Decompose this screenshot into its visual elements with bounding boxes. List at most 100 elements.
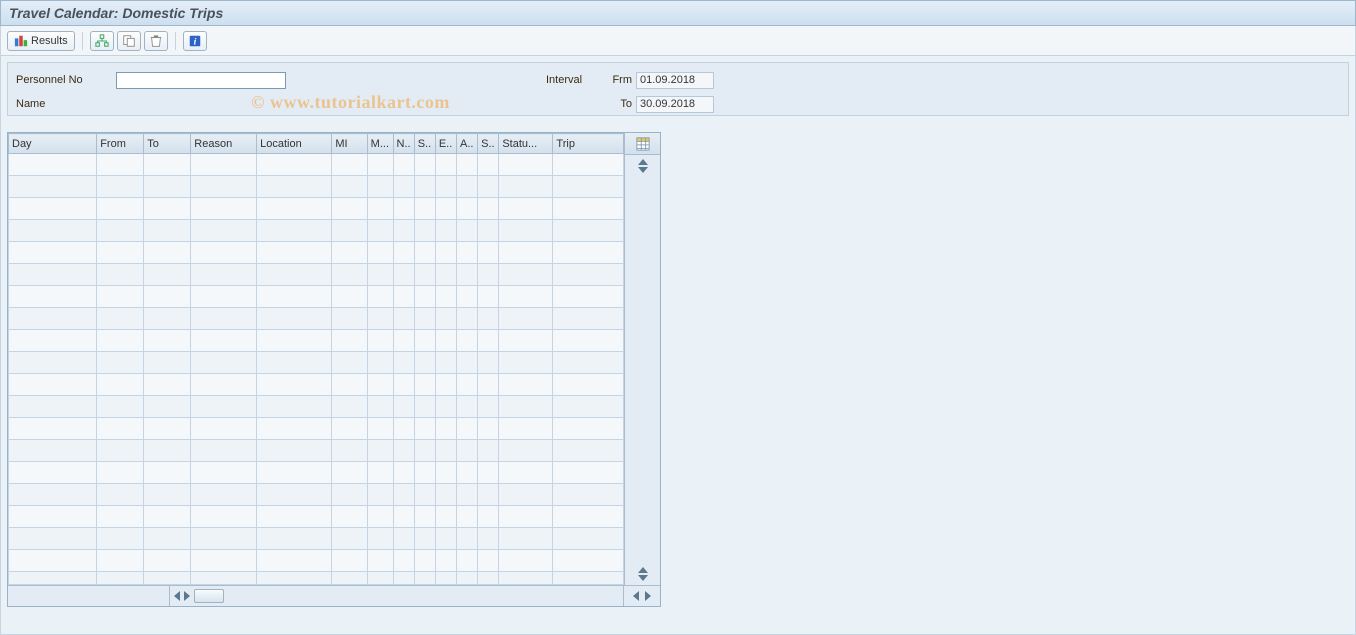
column-header[interactable]: A.. xyxy=(457,134,478,154)
table-cell[interactable] xyxy=(414,264,435,286)
table-cell[interactable] xyxy=(367,264,393,286)
table-cell[interactable] xyxy=(553,220,624,242)
table-cell[interactable] xyxy=(414,506,435,528)
table-cell[interactable] xyxy=(435,330,456,352)
table-cell[interactable] xyxy=(332,308,367,330)
table-cell[interactable] xyxy=(97,528,144,550)
table-cell[interactable] xyxy=(435,418,456,440)
table-cell[interactable] xyxy=(435,198,456,220)
table-cell[interactable] xyxy=(191,198,257,220)
table-cell[interactable] xyxy=(457,418,478,440)
table-cell[interactable] xyxy=(97,286,144,308)
table-cell[interactable] xyxy=(499,330,553,352)
table-cell[interactable] xyxy=(414,462,435,484)
table-cell[interactable] xyxy=(144,220,191,242)
table-cell[interactable] xyxy=(553,198,624,220)
table-cell[interactable] xyxy=(393,484,414,506)
table-cell[interactable] xyxy=(435,484,456,506)
table-cell[interactable] xyxy=(144,242,191,264)
table-cell[interactable] xyxy=(257,286,332,308)
table-cell[interactable] xyxy=(553,506,624,528)
table-cell[interactable] xyxy=(144,528,191,550)
table-cell[interactable] xyxy=(9,220,97,242)
table-cell[interactable] xyxy=(332,528,367,550)
vertical-scrollbar[interactable] xyxy=(624,155,660,585)
scroll-down-icon[interactable] xyxy=(638,167,648,173)
table-cell[interactable] xyxy=(9,396,97,418)
table-cell[interactable] xyxy=(553,396,624,418)
table-cell[interactable] xyxy=(414,440,435,462)
table-cell[interactable] xyxy=(553,154,624,176)
table-cell[interactable] xyxy=(393,330,414,352)
column-header[interactable]: Location xyxy=(257,134,332,154)
table-cell[interactable] xyxy=(144,484,191,506)
table-cell[interactable] xyxy=(393,264,414,286)
table-cell[interactable] xyxy=(332,506,367,528)
table-cell[interactable] xyxy=(9,352,97,374)
table-cell[interactable] xyxy=(457,242,478,264)
table-cell[interactable] xyxy=(97,330,144,352)
table-cell[interactable] xyxy=(457,440,478,462)
table-cell[interactable] xyxy=(393,286,414,308)
table-cell[interactable] xyxy=(332,220,367,242)
table-cell[interactable] xyxy=(435,308,456,330)
table-cell[interactable] xyxy=(144,286,191,308)
table-cell[interactable] xyxy=(144,330,191,352)
table-row[interactable] xyxy=(9,550,624,572)
table-cell[interactable] xyxy=(478,242,499,264)
table-cell[interactable] xyxy=(414,308,435,330)
table-cell[interactable] xyxy=(332,418,367,440)
table-cell[interactable] xyxy=(553,308,624,330)
table-cell[interactable] xyxy=(191,506,257,528)
table-row[interactable] xyxy=(9,528,624,550)
table-cell[interactable] xyxy=(257,550,332,572)
hscroll-thumb[interactable] xyxy=(194,589,224,603)
table-cell[interactable] xyxy=(499,242,553,264)
table-cell[interactable] xyxy=(393,550,414,572)
table-row[interactable] xyxy=(9,352,624,374)
table-cell[interactable] xyxy=(332,198,367,220)
table-cell[interactable] xyxy=(191,396,257,418)
table-cell[interactable] xyxy=(144,176,191,198)
table-cell[interactable] xyxy=(367,440,393,462)
table-row[interactable] xyxy=(9,506,624,528)
table-cell[interactable] xyxy=(97,418,144,440)
table-cell[interactable] xyxy=(257,198,332,220)
table-cell[interactable] xyxy=(499,506,553,528)
table-cell[interactable] xyxy=(393,528,414,550)
table-cell[interactable] xyxy=(332,462,367,484)
table-cell[interactable] xyxy=(332,440,367,462)
table-cell[interactable] xyxy=(457,264,478,286)
table-cell[interactable] xyxy=(478,198,499,220)
table-cell[interactable] xyxy=(478,374,499,396)
table-cell[interactable] xyxy=(553,440,624,462)
table-cell[interactable] xyxy=(499,550,553,572)
table-cell[interactable] xyxy=(414,528,435,550)
copy-button[interactable] xyxy=(117,31,141,51)
table-cell[interactable] xyxy=(257,374,332,396)
table-row[interactable] xyxy=(9,176,624,198)
table-cell[interactable] xyxy=(414,198,435,220)
scroll-down-end-icon[interactable] xyxy=(638,575,648,581)
table-cell[interactable] xyxy=(367,462,393,484)
table-cell[interactable] xyxy=(457,374,478,396)
table-cell[interactable] xyxy=(435,242,456,264)
table-cell[interactable] xyxy=(9,418,97,440)
table-cell[interactable] xyxy=(144,374,191,396)
table-cell[interactable] xyxy=(393,220,414,242)
table-cell[interactable] xyxy=(478,286,499,308)
table-cell[interactable] xyxy=(367,176,393,198)
table-cell[interactable] xyxy=(393,374,414,396)
table-cell[interactable] xyxy=(367,352,393,374)
table-cell[interactable] xyxy=(435,176,456,198)
column-header[interactable]: S.. xyxy=(414,134,435,154)
table-cell[interactable] xyxy=(435,374,456,396)
table-cell[interactable] xyxy=(499,286,553,308)
table-row[interactable] xyxy=(9,286,624,308)
table-cell[interactable] xyxy=(499,220,553,242)
horizontal-scrollbar[interactable] xyxy=(8,585,660,606)
table-cell[interactable] xyxy=(191,352,257,374)
table-cell[interactable] xyxy=(499,176,553,198)
table-cell[interactable] xyxy=(499,264,553,286)
table-cell[interactable] xyxy=(332,286,367,308)
